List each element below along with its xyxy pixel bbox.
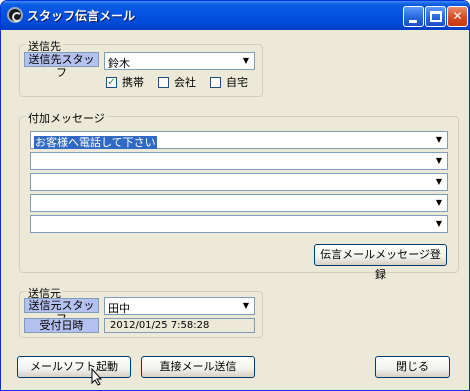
- checkbox-home-label: 自宅: [226, 76, 248, 89]
- message-line-4[interactable]: ▼: [30, 194, 448, 212]
- chevron-down-icon[interactable]: ▼: [239, 54, 253, 68]
- chevron-down-icon[interactable]: ▼: [239, 299, 253, 313]
- messages-group: 付加メッセージ お客様へ電話して下さい ▼ ▼ ▼ ▼ ▼ 伝言メールメッセージ: [19, 110, 459, 281]
- app-window: スタッフ伝言メール ✕ 送信先 送信先スタッフ 鈴木 ▼ ✓ 携帯 会社 自宅 …: [0, 0, 470, 391]
- launch-mail-app-button[interactable]: メールソフト起動: [17, 356, 131, 378]
- message-line-5[interactable]: ▼: [30, 215, 448, 233]
- sender-staff-select[interactable]: 田中 ▼: [104, 297, 255, 315]
- client-area: 送信先 送信先スタッフ 鈴木 ▼ ✓ 携帯 会社 自宅 付加メッセージ お客様へ電…: [5, 30, 465, 388]
- recipient-group: 送信先 送信先スタッフ 鈴木 ▼ ✓ 携帯 会社 自宅: [19, 38, 263, 97]
- checkbox-mobile[interactable]: ✓ 携帯: [106, 74, 144, 89]
- recipient-staff-select[interactable]: 鈴木 ▼: [104, 52, 255, 70]
- chevron-down-icon[interactable]: ▼: [432, 217, 446, 231]
- mouse-pointer-icon: [91, 368, 103, 386]
- close-button[interactable]: 閉じる: [375, 356, 450, 378]
- checkbox-home-box[interactable]: [210, 76, 221, 88]
- close-window-button[interactable]: ✕: [447, 6, 468, 27]
- messages-group-label: 付加メッセージ: [26, 110, 107, 126]
- minimize-icon: [409, 20, 417, 23]
- chevron-down-icon[interactable]: ▼: [432, 133, 446, 147]
- sender-staff-value: 田中: [108, 302, 130, 315]
- received-date-value: 2012/01/25 7:58:28: [104, 318, 255, 333]
- register-message-button[interactable]: 伝言メールメッセージ登録: [314, 244, 447, 281]
- checkbox-office-box[interactable]: [158, 76, 169, 88]
- message-line-3[interactable]: ▼: [30, 173, 448, 191]
- minimize-button[interactable]: [403, 6, 424, 27]
- checkbox-mobile-box[interactable]: ✓: [106, 76, 117, 88]
- sender-staff-label: 送信元スタッフ: [24, 298, 99, 325]
- window-title: スタッフ伝言メール: [27, 9, 136, 23]
- sender-group: 送信元 送信元スタッフ 田中 ▼ 受付日時 2012/01/25 7:58:28: [19, 285, 263, 338]
- direct-send-button[interactable]: 直接メール送信: [141, 356, 255, 378]
- checkbox-mobile-label: 携帯: [122, 76, 144, 89]
- recipient-staff-value: 鈴木: [108, 57, 130, 70]
- maximize-icon: [430, 11, 442, 22]
- message-line-1-value: お客様へ電話して下さい: [34, 136, 157, 149]
- maximize-button[interactable]: [425, 6, 446, 27]
- chevron-down-icon[interactable]: ▼: [432, 196, 446, 210]
- message-line-2[interactable]: ▼: [30, 152, 448, 170]
- received-date-label: 受付日時: [24, 318, 99, 333]
- checkbox-office-label: 会社: [174, 76, 196, 89]
- chevron-down-icon[interactable]: ▼: [432, 175, 446, 189]
- checkbox-home[interactable]: 自宅: [210, 74, 248, 89]
- checkbox-office[interactable]: 会社: [158, 74, 196, 89]
- message-line-1[interactable]: お客様へ電話して下さい ▼: [30, 131, 448, 149]
- chevron-down-icon[interactable]: ▼: [432, 154, 446, 168]
- title-bar[interactable]: スタッフ伝言メール ✕: [1, 1, 469, 30]
- app-icon: [7, 7, 23, 23]
- recipient-staff-label: 送信先スタッフ: [24, 52, 99, 79]
- close-icon: ✕: [452, 9, 463, 23]
